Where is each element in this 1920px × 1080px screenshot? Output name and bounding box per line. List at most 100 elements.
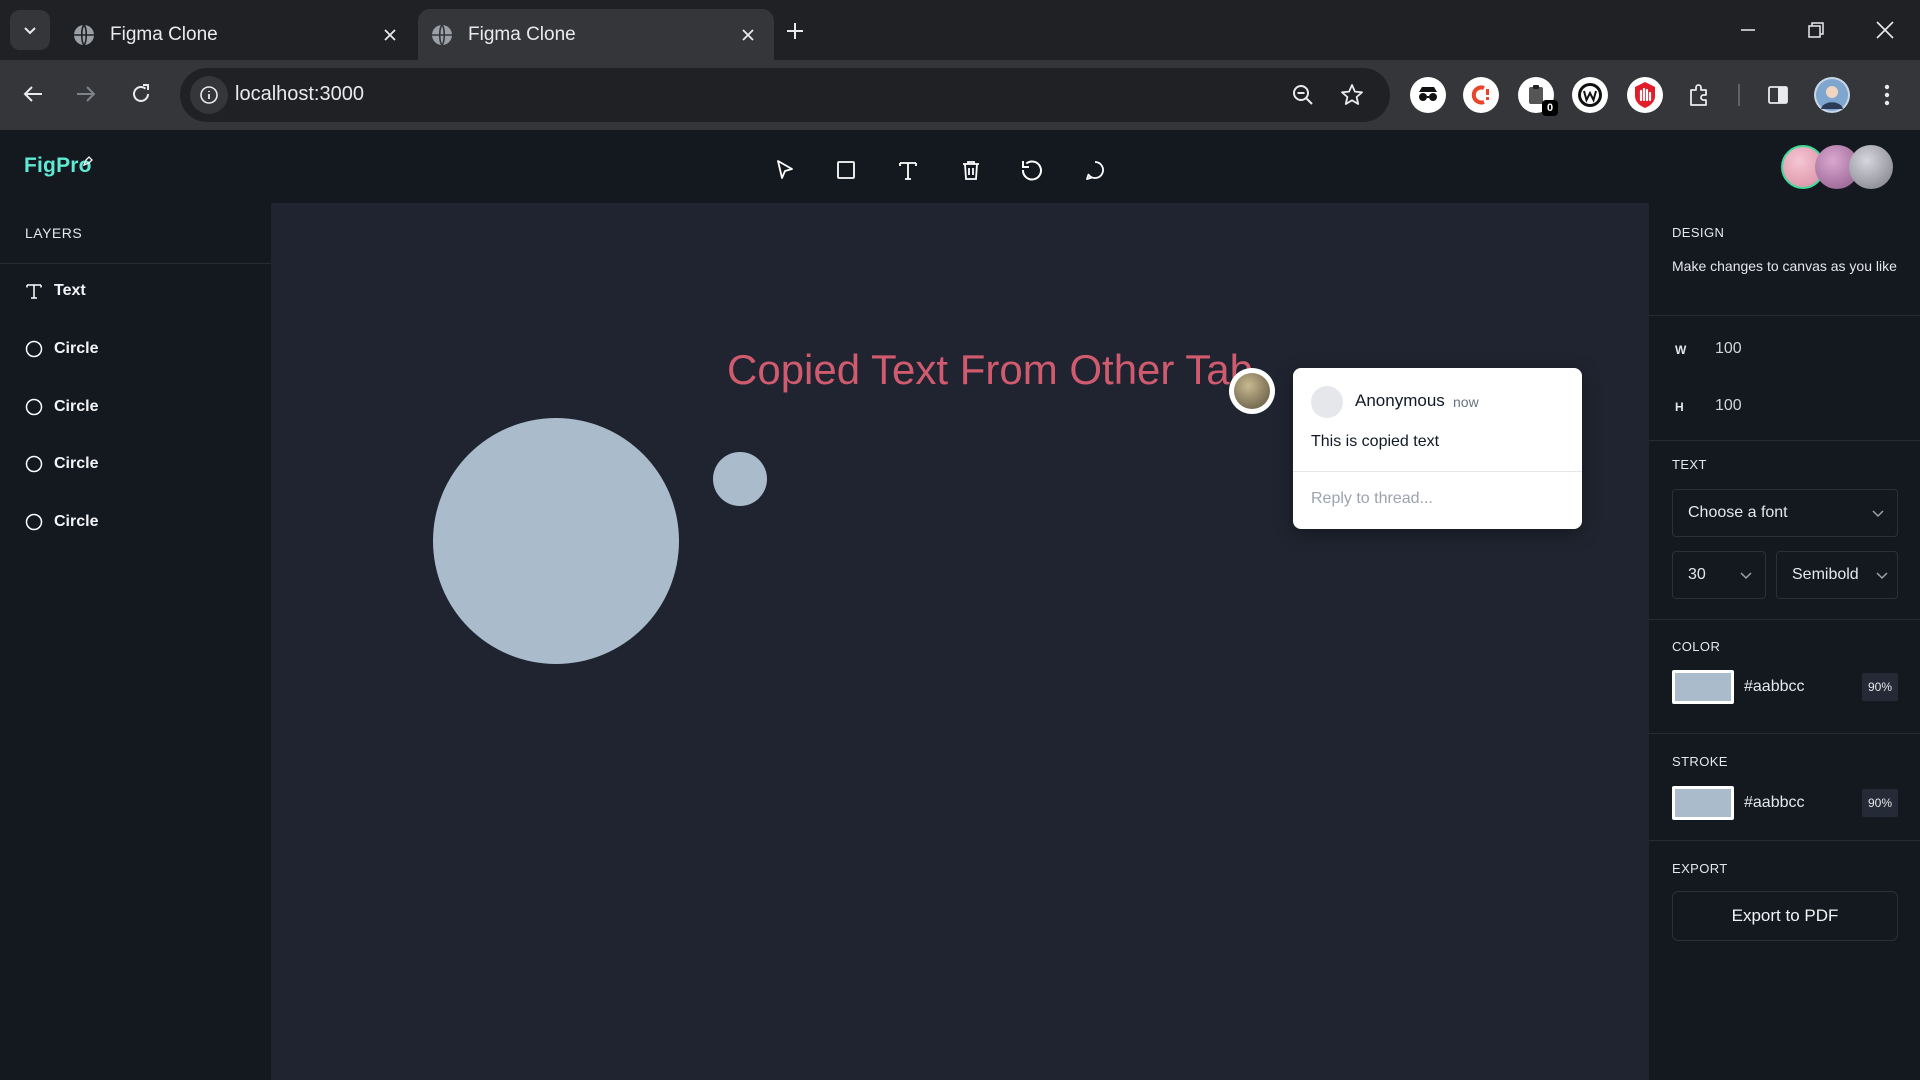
side-panel-button[interactable] xyxy=(1760,77,1796,113)
font-size-select[interactable]: 30 xyxy=(1672,551,1766,599)
comment-tool-button[interactable] xyxy=(1075,150,1115,190)
layer-item-circle[interactable]: Circle xyxy=(24,335,98,363)
width-label: W xyxy=(1675,343,1687,357)
delete-tool-button[interactable] xyxy=(951,150,991,190)
c-logo-icon xyxy=(1471,85,1489,105)
zoom-button[interactable] xyxy=(1288,80,1318,110)
close-tab-button[interactable] xyxy=(376,21,404,49)
divider xyxy=(1649,315,1920,316)
hand-stop-icon xyxy=(1635,82,1655,108)
stroke-color-hex[interactable]: #aabbcc xyxy=(1744,794,1862,812)
browser-tab-strip: Figma Clone Figma Clone xyxy=(0,0,1920,60)
extension-button[interactable] xyxy=(1627,77,1663,113)
new-tab-button[interactable] xyxy=(780,16,810,46)
circle-icon xyxy=(25,513,43,531)
stroke-opacity[interactable]: 90% xyxy=(1862,789,1898,817)
fill-color-row[interactable]: #aabbcc 90% xyxy=(1672,670,1898,704)
minimize-button[interactable] xyxy=(1726,14,1770,46)
extension-button[interactable] xyxy=(1572,77,1608,113)
comment-time: now xyxy=(1453,394,1479,410)
browser-tab[interactable]: Figma Clone xyxy=(60,9,416,60)
app-navbar: FigPro xyxy=(0,130,1920,203)
more-vertical-icon xyxy=(1884,84,1890,106)
layer-item-circle[interactable]: Circle xyxy=(24,450,98,478)
layer-item-text[interactable]: Text xyxy=(24,277,86,305)
tab-title: Figma Clone xyxy=(468,23,576,45)
back-button[interactable] xyxy=(13,74,53,114)
extension-button[interactable] xyxy=(1463,77,1499,113)
restore-button[interactable] xyxy=(1794,14,1838,46)
divider xyxy=(1649,840,1920,841)
divider xyxy=(1649,440,1920,441)
stroke-heading: STROKE xyxy=(1672,754,1728,769)
close-window-button[interactable] xyxy=(1863,14,1907,46)
rectangle-tool-button[interactable] xyxy=(826,150,866,190)
drawing-canvas[interactable]: Copied Text From Other Tab Anonymous now… xyxy=(271,203,1649,1080)
puzzle-icon xyxy=(1690,84,1707,106)
divider xyxy=(1649,619,1920,620)
close-tab-button[interactable] xyxy=(734,21,762,49)
circle-icon xyxy=(25,455,43,473)
export-heading: EXPORT xyxy=(1672,861,1728,876)
logo-text: FigPro xyxy=(24,154,92,177)
app-logo[interactable]: FigPro xyxy=(24,154,92,178)
canvas-circle-large[interactable] xyxy=(433,418,679,664)
bookmark-button[interactable] xyxy=(1337,80,1367,110)
fill-opacity[interactable]: 90% xyxy=(1862,673,1898,701)
address-bar[interactable]: localhost:3000 xyxy=(180,68,1390,122)
arrow-right-icon xyxy=(77,86,96,102)
site-info-button[interactable] xyxy=(190,76,228,114)
color-heading: COLOR xyxy=(1672,639,1721,654)
globe-icon xyxy=(432,23,452,46)
fill-color-swatch[interactable] xyxy=(1672,670,1734,704)
layer-label: Circle xyxy=(54,398,99,415)
layer-item-circle[interactable]: Circle xyxy=(24,508,98,536)
reset-icon xyxy=(1021,160,1042,181)
stroke-color-swatch[interactable] xyxy=(1672,786,1734,820)
comment-author-avatar xyxy=(1311,386,1343,418)
fill-color-hex[interactable]: #aabbcc xyxy=(1744,678,1862,696)
comment-pin-avatar[interactable] xyxy=(1229,368,1275,414)
layer-label: Text xyxy=(54,282,86,299)
design-panel: DESIGN Make changes to canvas as you lik… xyxy=(1649,203,1920,1080)
reload-icon xyxy=(133,84,149,102)
url-text[interactable]: localhost:3000 xyxy=(235,83,364,106)
zoom-out-icon xyxy=(1293,85,1313,105)
reload-button[interactable] xyxy=(121,74,161,114)
layers-panel: LAYERS Text Circle Circle Circle Circle xyxy=(0,203,271,1080)
browser-tab-active[interactable]: Figma Clone xyxy=(418,9,774,60)
stroke-color-row[interactable]: #aabbcc 90% xyxy=(1672,786,1898,820)
font-weight-value: Semibold xyxy=(1792,566,1859,583)
text-tool-button[interactable] xyxy=(888,150,928,190)
reply-input[interactable]: Reply to thread... xyxy=(1311,490,1433,508)
reset-tool-button[interactable] xyxy=(1012,150,1052,190)
extension-badge: 0 xyxy=(1542,100,1558,116)
height-input[interactable]: 100 xyxy=(1715,397,1742,415)
profile-avatar[interactable] xyxy=(1814,77,1850,113)
chevron-down-icon xyxy=(1740,572,1752,580)
extension-button[interactable] xyxy=(1410,77,1446,113)
extensions-menu-button[interactable] xyxy=(1681,77,1717,113)
extension-button[interactable]: 0 xyxy=(1518,77,1558,116)
circle-icon xyxy=(25,340,43,358)
tab-search-button[interactable] xyxy=(10,10,50,50)
forward-button[interactable] xyxy=(66,74,106,114)
browser-menu-button[interactable] xyxy=(1869,77,1905,113)
select-tool-button[interactable] xyxy=(765,150,805,190)
canvas-circle-small[interactable] xyxy=(713,452,767,506)
comment-icon xyxy=(1086,161,1104,180)
collaborator-avatar[interactable] xyxy=(1849,145,1893,189)
profile-photo-icon xyxy=(1816,79,1848,111)
layer-item-circle[interactable]: Circle xyxy=(24,393,98,421)
comment-thread: Anonymous now This is copied text Reply … xyxy=(1293,368,1582,529)
design-subtitle: Make changes to canvas as you like xyxy=(1672,258,1897,274)
export-pdf-button[interactable]: Export to PDF xyxy=(1672,891,1898,941)
text-icon xyxy=(899,162,917,180)
canvas-text-object[interactable]: Copied Text From Other Tab xyxy=(727,346,1253,394)
font-family-select[interactable]: Choose a font xyxy=(1672,489,1898,537)
trash-icon xyxy=(963,161,979,180)
collaborator-avatars xyxy=(1781,145,1896,189)
width-input[interactable]: 100 xyxy=(1715,340,1742,358)
globe-icon xyxy=(74,23,94,46)
font-weight-select[interactable]: Semibold xyxy=(1776,551,1898,599)
